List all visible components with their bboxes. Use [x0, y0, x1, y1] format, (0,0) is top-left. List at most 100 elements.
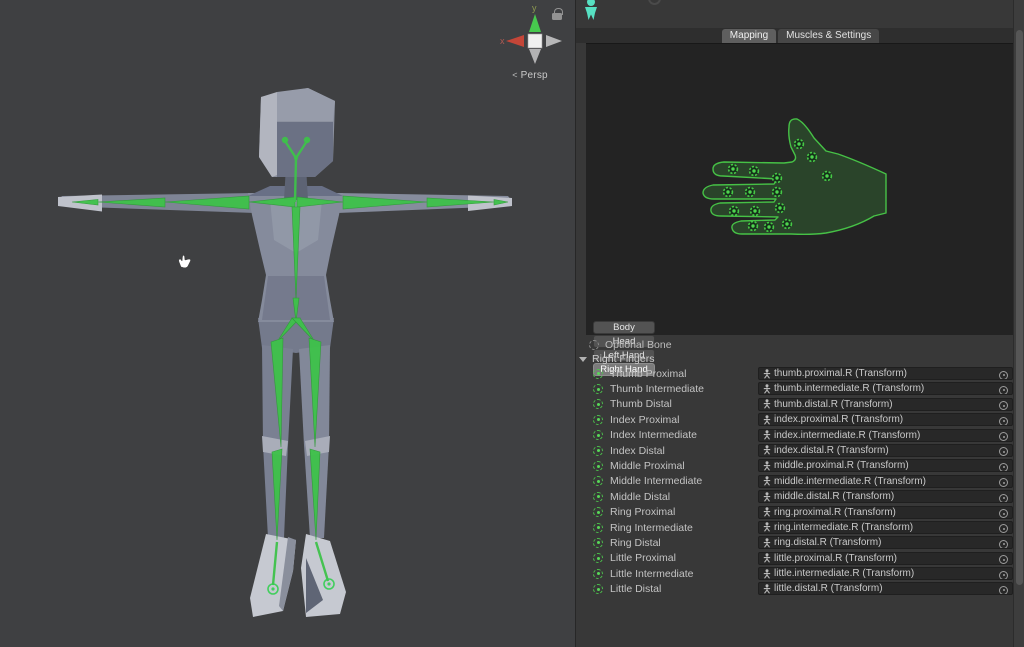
bone-name-label: Ring Proximal	[610, 506, 675, 518]
bone-row: Index Proximal index.proximal.R (Transfo…	[576, 412, 1014, 427]
axis-x-label: x	[500, 36, 505, 46]
bone-object-field[interactable]: thumb.distal.R (Transform)	[758, 398, 1013, 411]
bone-row: Little Intermediate little.intermediate.…	[576, 566, 1014, 581]
bone-object-field[interactable]: index.intermediate.R (Transform)	[758, 429, 1013, 442]
bone-name-label: Ring Distal	[610, 537, 661, 549]
bone-dot-icon	[593, 492, 603, 502]
character-model	[0, 0, 575, 647]
bone-name-label: Middle Proximal	[610, 460, 685, 472]
bone-name-label: Thumb Proximal	[610, 368, 686, 380]
bone-object-field[interactable]: little.proximal.R (Transform)	[758, 552, 1013, 565]
bone-dot-icon	[593, 538, 603, 548]
bone-list: Thumb Proximal thumb.proximal.R (Transfo…	[576, 366, 1014, 597]
persp-arrow-icon: <	[512, 70, 517, 80]
bone-dot-icon	[593, 569, 603, 579]
transform-person-icon	[763, 445, 771, 455]
object-picker-icon[interactable]	[999, 401, 1008, 410]
bone-object-field[interactable]: middle.intermediate.R (Transform)	[758, 475, 1013, 488]
transform-person-icon	[763, 553, 771, 563]
transform-person-icon	[763, 430, 771, 440]
bone-object-field[interactable]: index.proximal.R (Transform)	[758, 413, 1013, 426]
bone-row: Middle Distal middle.distal.R (Transform…	[576, 489, 1014, 504]
object-picker-icon[interactable]	[999, 509, 1008, 518]
bone-name-label: Index Proximal	[610, 414, 679, 426]
tab-bar: MappingMuscles & Settings	[576, 28, 1024, 43]
object-picker-icon[interactable]	[999, 494, 1008, 503]
bone-dot-icon	[593, 461, 603, 471]
object-picker-icon[interactable]	[999, 371, 1008, 380]
bone-row: Thumb Proximal thumb.proximal.R (Transfo…	[576, 366, 1014, 381]
bone-object-field[interactable]: middle.distal.R (Transform)	[758, 490, 1013, 503]
bone-name-label: Little Distal	[610, 583, 661, 595]
object-picker-icon[interactable]	[999, 432, 1008, 441]
object-picker-icon[interactable]	[999, 386, 1008, 395]
bone-row: Ring Intermediate ring.intermediate.R (T…	[576, 520, 1014, 535]
bone-object-field[interactable]: little.distal.R (Transform)	[758, 582, 1013, 595]
bone-dot-icon	[593, 476, 603, 486]
optional-bone-icon	[589, 340, 599, 350]
optional-bone-label: Optional Bone	[605, 339, 672, 351]
hand-diagram	[586, 44, 1014, 336]
hand-cursor-icon	[176, 253, 194, 271]
bone-name-label: Index Distal	[610, 445, 665, 457]
bone-object-field[interactable]: ring.distal.R (Transform)	[758, 536, 1013, 549]
bone-row: Ring Proximal ring.proximal.R (Transform…	[576, 505, 1014, 520]
bone-dot-icon	[593, 523, 603, 533]
scrollbar[interactable]	[1013, 0, 1024, 647]
transform-person-icon	[763, 522, 771, 532]
transform-person-icon	[763, 492, 771, 502]
transform-person-icon	[763, 384, 771, 394]
transform-person-icon	[763, 369, 771, 379]
object-picker-icon[interactable]	[999, 540, 1008, 549]
bone-dot-icon	[593, 507, 603, 517]
object-picker-icon[interactable]	[999, 417, 1008, 426]
bone-dot-icon	[593, 430, 603, 440]
right-fingers-foldout[interactable]: Right Fingers	[579, 352, 654, 366]
inspector-tab[interactable]: Muscles & Settings	[778, 29, 879, 43]
object-picker-icon[interactable]	[999, 463, 1008, 472]
transform-person-icon	[763, 476, 771, 486]
inspector-tab[interactable]: Mapping	[722, 29, 776, 43]
bone-row: Middle Intermediate middle.intermediate.…	[576, 474, 1014, 489]
object-picker-icon[interactable]	[999, 571, 1008, 580]
bone-dot-icon	[593, 584, 603, 594]
bone-dot-icon	[593, 446, 603, 456]
bone-name-label: Middle Distal	[610, 491, 670, 503]
bone-object-field[interactable]: little.intermediate.R (Transform)	[758, 567, 1013, 580]
bone-object-field[interactable]: ring.intermediate.R (Transform)	[758, 521, 1013, 534]
orientation-gizmo[interactable]: y x	[495, 2, 575, 68]
object-picker-icon[interactable]	[999, 586, 1008, 595]
bone-name-label: Thumb Distal	[610, 398, 672, 410]
transform-person-icon	[763, 538, 771, 548]
bone-row: Thumb Distal thumb.distal.R (Transform)	[576, 397, 1014, 412]
scrollbar-thumb[interactable]	[1016, 30, 1023, 585]
object-picker-icon[interactable]	[999, 447, 1008, 456]
bone-object-field[interactable]: middle.proximal.R (Transform)	[758, 459, 1013, 472]
perspective-label[interactable]: <Persp	[500, 70, 560, 81]
bone-row: Ring Distal ring.distal.R (Transform)	[576, 535, 1014, 550]
right-fingers-label: Right Fingers	[592, 353, 654, 365]
optional-bone-row: Optional Bone	[576, 337, 1006, 352]
bone-object-field[interactable]: thumb.proximal.R (Transform)	[758, 367, 1013, 380]
bone-name-label: Index Intermediate	[610, 429, 697, 441]
axis-y-label: y	[532, 3, 537, 13]
transform-person-icon	[763, 507, 771, 517]
scene-view[interactable]: y x <Persp	[0, 0, 575, 647]
bone-dot-icon	[593, 553, 603, 563]
bone-row: Middle Proximal middle.proximal.R (Trans…	[576, 458, 1014, 473]
object-picker-icon[interactable]	[999, 478, 1008, 487]
bone-name-label: Middle Intermediate	[610, 475, 702, 487]
avatar-preview[interactable]: BodyHeadLeft HandRight Hand	[586, 43, 1014, 335]
bone-object-field[interactable]: index.distal.R (Transform)	[758, 444, 1013, 457]
inspector-panel: MappingMuscles & Settings BodyHeadLeft H…	[575, 0, 1024, 647]
bone-object-field[interactable]: thumb.intermediate.R (Transform)	[758, 382, 1013, 395]
bone-name-label: Little Intermediate	[610, 568, 693, 580]
part-button-body[interactable]: Body	[593, 321, 655, 334]
lock-icon[interactable]	[552, 13, 562, 20]
object-picker-icon[interactable]	[999, 555, 1008, 564]
bone-name-label: Ring Intermediate	[610, 522, 693, 534]
bone-object-field[interactable]: ring.proximal.R (Transform)	[758, 506, 1013, 519]
object-picker-icon[interactable]	[999, 524, 1008, 533]
bone-dot-icon	[593, 415, 603, 425]
bone-row: Little Proximal little.proximal.R (Trans…	[576, 551, 1014, 566]
